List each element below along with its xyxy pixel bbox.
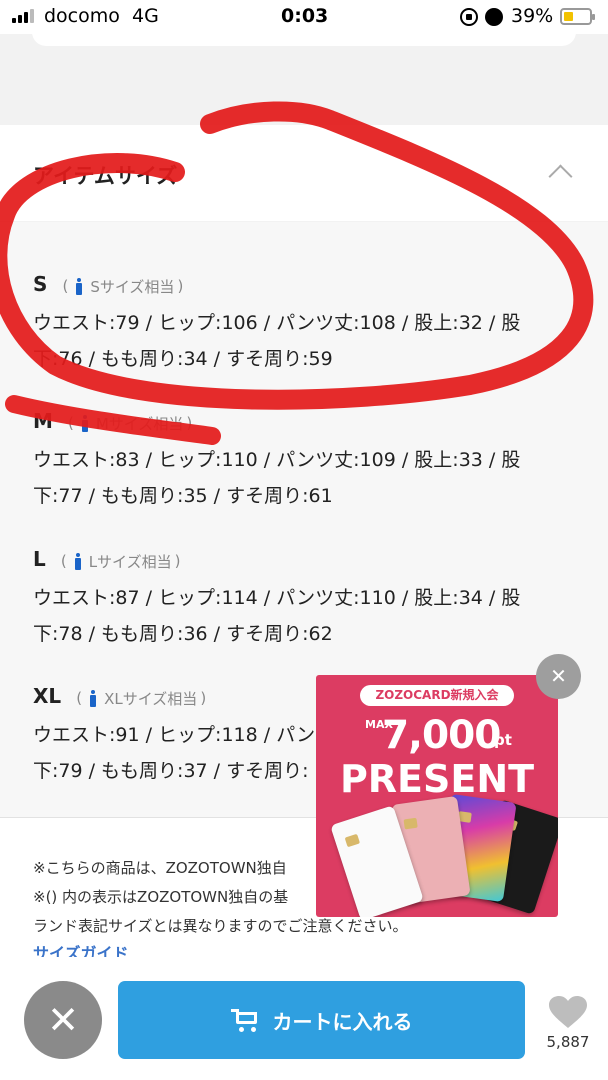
size-label: M xyxy=(33,409,53,433)
size-block-m: M (Mサイズ相当) ウエスト:83 / ヒップ:110 / パンツ丈:109 … xyxy=(33,409,533,514)
size-measurements: ウエスト:83 / ヒップ:110 / パンツ丈:109 / 股上:33 / 股… xyxy=(33,448,521,507)
size-label: XL xyxy=(33,684,62,708)
promo-present: PRESENT xyxy=(339,757,535,801)
cart-icon xyxy=(230,1007,259,1033)
network-type: 4G xyxy=(132,5,159,27)
promo-unit: pt xyxy=(494,731,512,749)
promo-amount: 7,000 xyxy=(382,713,501,758)
status-time: 0:03 xyxy=(281,5,329,27)
size-block-s: S (Sサイズ相当) ウエスト:79 / ヒップ:106 / パンツ丈:108 … xyxy=(33,272,533,377)
promo-max-label: MAX xyxy=(365,718,393,731)
item-size-header[interactable]: アイテムサイズ xyxy=(0,125,608,221)
add-to-cart-button[interactable]: カートに入れる xyxy=(118,981,525,1059)
size-block-l: L (Lサイズ相当) ウエスト:87 / ヒップ:114 / パンツ丈:110 … xyxy=(33,547,533,652)
size-label: S xyxy=(33,272,48,296)
add-to-cart-label: カートに入れる xyxy=(272,1009,413,1034)
size-equivalent: (Sサイズ相当) xyxy=(62,277,184,296)
promo-header: ZOZOCARD新規入会 xyxy=(360,685,514,706)
battery-icon xyxy=(560,8,595,25)
zozocard-promo-banner[interactable]: ZOZOCARD新規入会 MAX 7,000 pt PRESENT xyxy=(316,675,558,917)
signal-strength-icon xyxy=(12,9,34,23)
status-bar: docomo 4G 0:03 39% xyxy=(0,0,608,34)
favorite-button[interactable]: 5,887 xyxy=(540,995,596,1051)
size-equivalent: (XLサイズ相当) xyxy=(76,689,207,708)
close-promo-button[interactable]: ✕ xyxy=(536,654,581,699)
size-label: L xyxy=(33,547,46,571)
alarm-icon xyxy=(485,8,503,26)
carrier-name: docomo xyxy=(44,5,120,27)
size-equivalent: (Mサイズ相当) xyxy=(68,414,193,433)
person-icon xyxy=(88,689,98,707)
bottom-action-bar: ✕ カートに入れる 5,887 xyxy=(0,957,608,1080)
size-measurements: ウエスト:87 / ヒップ:114 / パンツ丈:110 / 股上:34 / 股… xyxy=(33,586,521,645)
person-icon xyxy=(73,552,83,570)
size-equivalent: (Lサイズ相当) xyxy=(60,552,181,571)
person-icon xyxy=(80,414,90,432)
favorite-count: 5,887 xyxy=(546,1033,590,1051)
heart-icon xyxy=(549,996,587,1028)
battery-percent: 39% xyxy=(511,5,554,27)
section-title: アイテムサイズ xyxy=(33,164,178,188)
rotation-lock-icon xyxy=(460,8,478,26)
close-button[interactable]: ✕ xyxy=(24,981,102,1059)
person-icon xyxy=(74,277,84,295)
size-measurements: ウエスト:79 / ヒップ:106 / パンツ丈:108 / 股上:32 / 股… xyxy=(33,311,521,370)
